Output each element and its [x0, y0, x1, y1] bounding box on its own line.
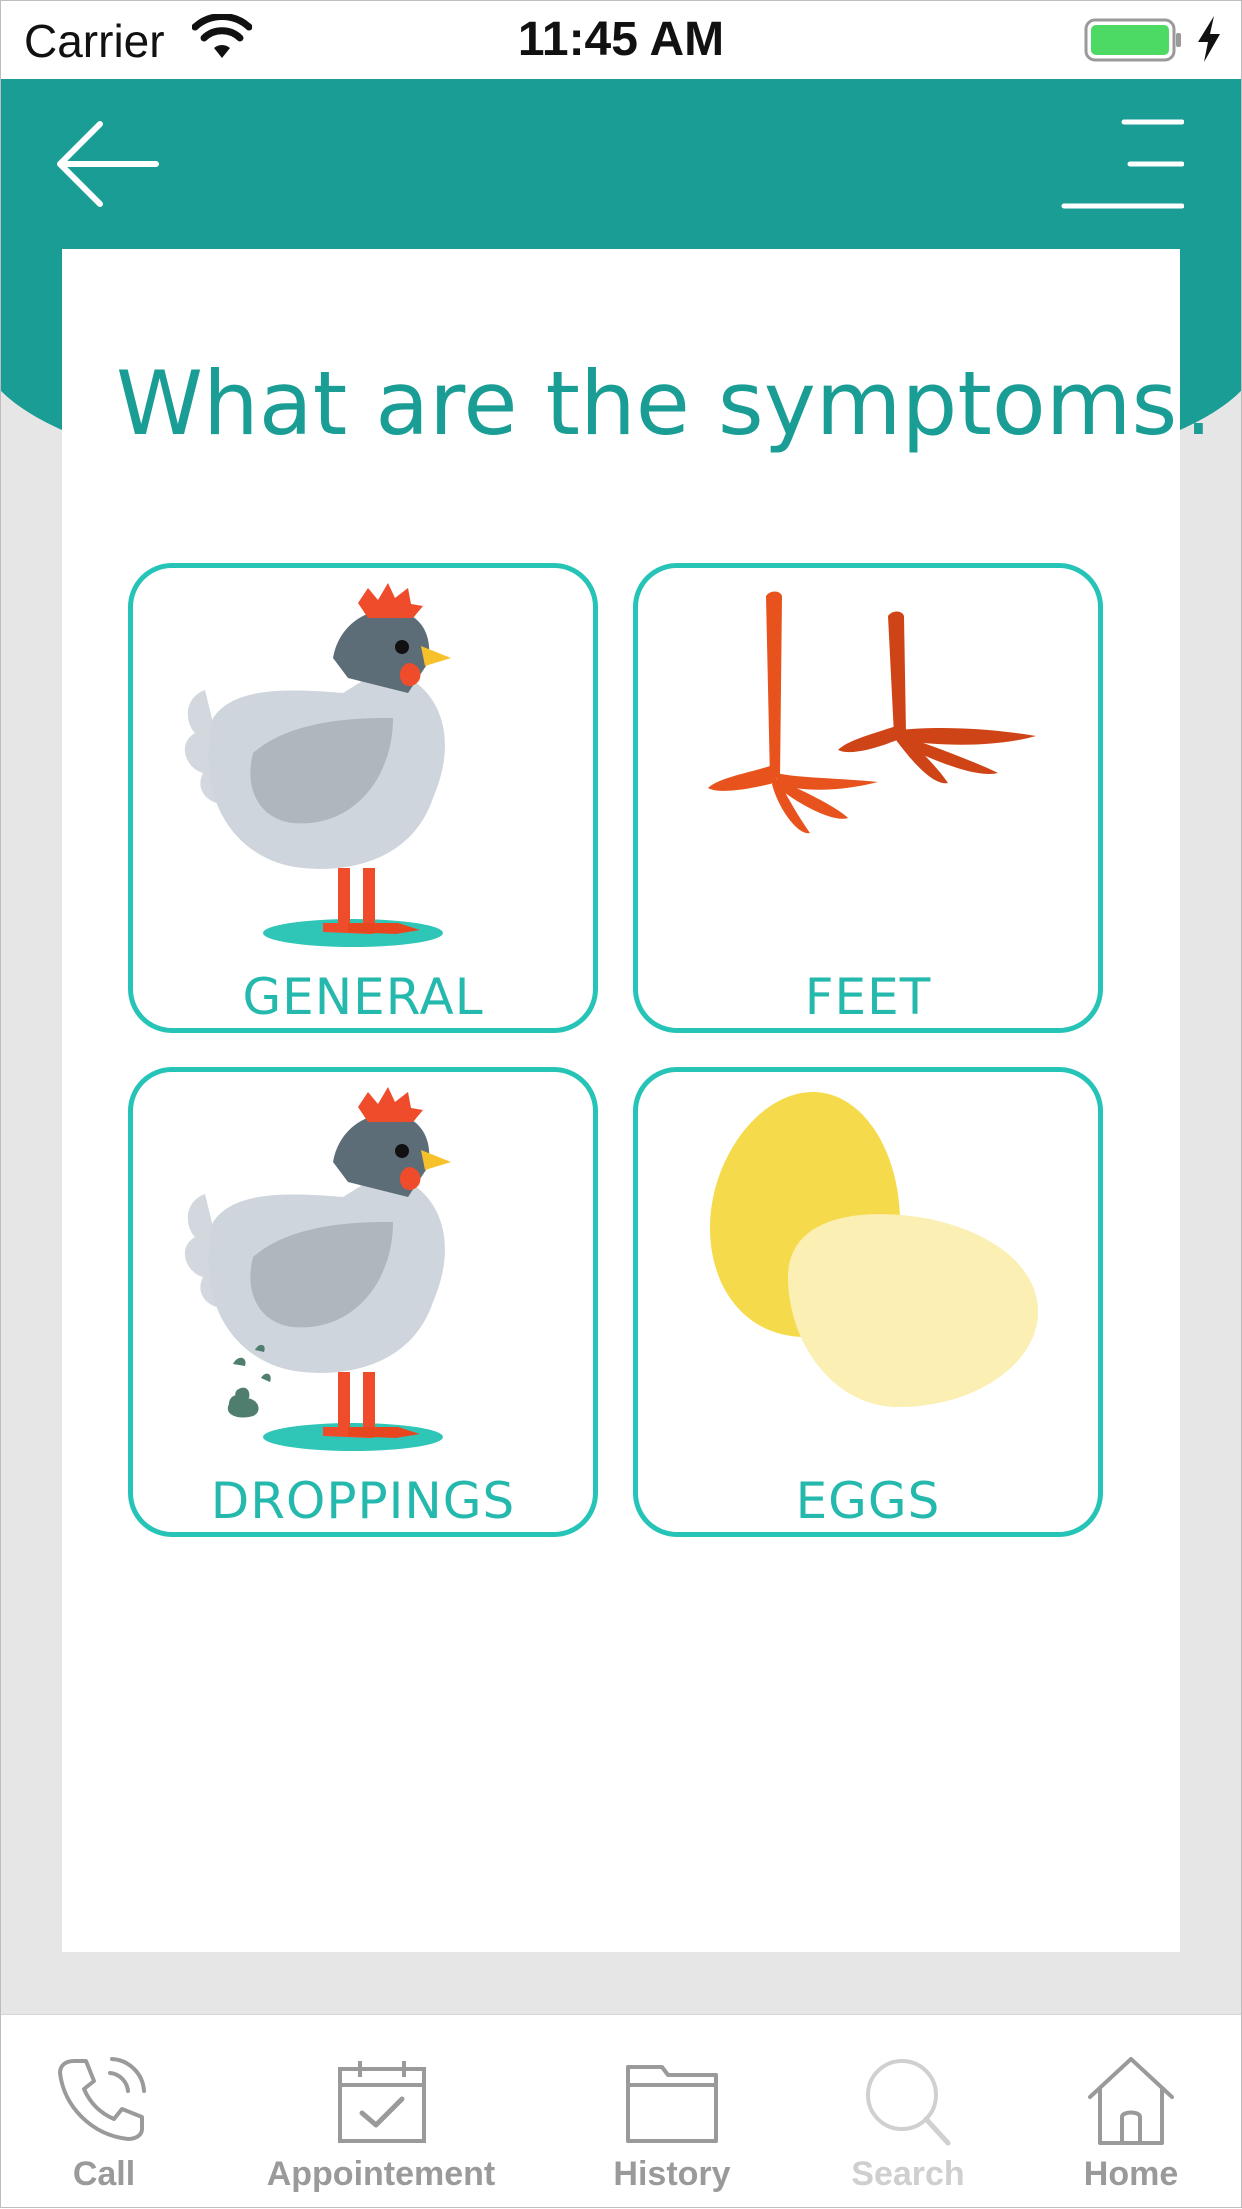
header-curve-left: [0, 240, 62, 430]
tab-home[interactable]: Home: [1070, 2015, 1192, 2209]
arrow-left-icon: [57, 121, 159, 207]
category-label: EGGS: [795, 1472, 941, 1530]
status-bar: Carrier 11:45 AM: [0, 0, 1242, 79]
category-label: GENERAL: [242, 968, 484, 1026]
clock: 11:45 AM: [517, 13, 725, 66]
back-button[interactable]: [56, 118, 160, 210]
folder-icon: [626, 2065, 718, 2143]
chicken-feet-icon: [708, 591, 1036, 834]
search-icon: [866, 2059, 951, 2146]
charging-icon: [1198, 16, 1220, 62]
chicken-icon: [184, 583, 451, 947]
tab-label: Search: [851, 2155, 965, 2193]
tab-label: History: [613, 2155, 731, 2193]
tab-call[interactable]: Call: [0, 2015, 208, 2209]
category-feet[interactable]: FEET: [633, 563, 1103, 1033]
tab-label: Appointement: [266, 2155, 496, 2193]
chicken-droppings-icon: [184, 1087, 451, 1451]
category-eggs[interactable]: EGGS: [633, 1067, 1103, 1537]
menu-button[interactable]: [1060, 118, 1184, 210]
app-header: [0, 79, 1242, 249]
calendar-check-icon: [338, 2061, 426, 2143]
menu-lines-icon: [1061, 119, 1184, 209]
tab-history[interactable]: History: [586, 2015, 758, 2209]
page-title: What are the symptoms?: [116, 352, 1224, 455]
tab-label: Home: [1083, 2155, 1179, 2193]
tab-appointement[interactable]: Appointement: [250, 2015, 512, 2209]
category-droppings[interactable]: DROPPINGS: [128, 1067, 598, 1537]
tab-search[interactable]: Search: [820, 2015, 996, 2209]
eggs-icon: [709, 1092, 1038, 1407]
tab-label: Call: [72, 2155, 136, 2193]
battery-icon: [1084, 18, 1181, 62]
tab-bar: Call Appointement History Search Home: [0, 2014, 1242, 2209]
phone-icon: [58, 2057, 146, 2141]
home-icon: [1088, 2057, 1174, 2145]
category-general[interactable]: GENERAL: [128, 563, 598, 1033]
category-label: FEET: [804, 968, 932, 1026]
category-label: DROPPINGS: [210, 1472, 516, 1530]
